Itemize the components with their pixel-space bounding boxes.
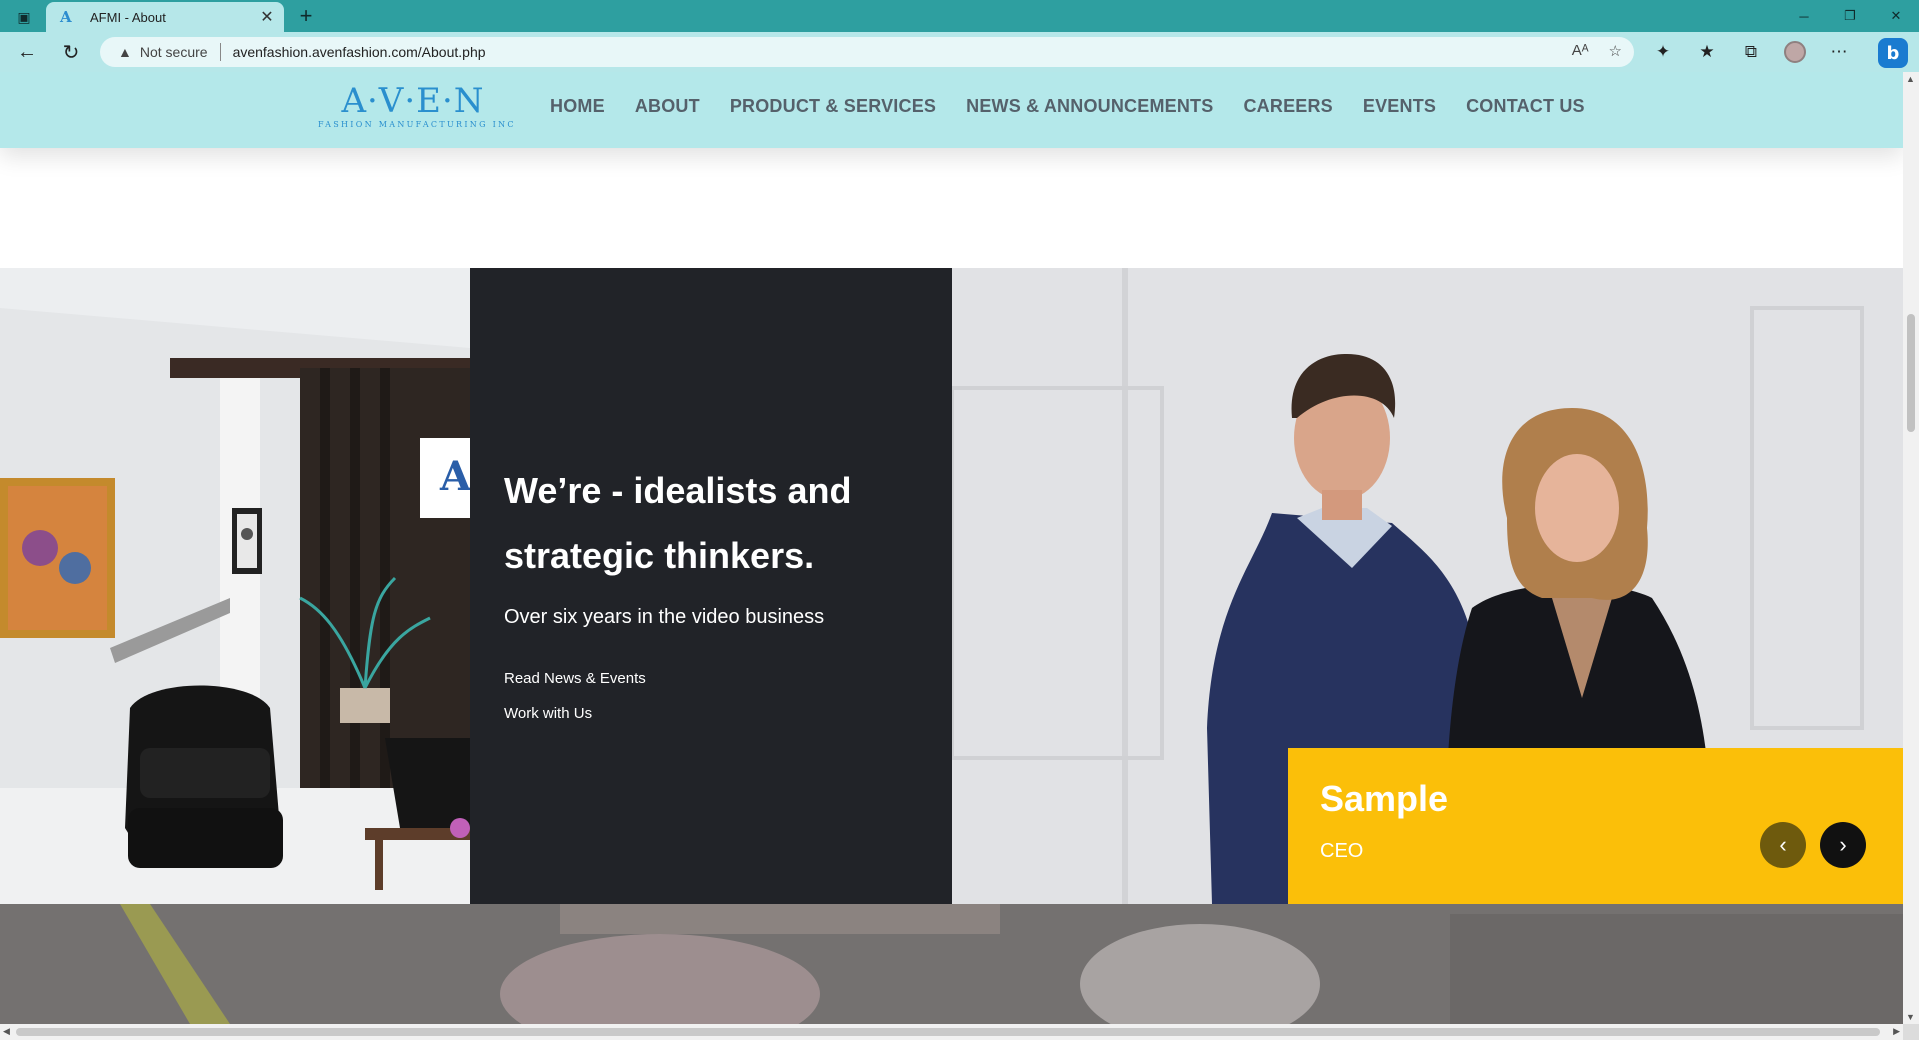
more-menu-icon[interactable]: ⋯ bbox=[1824, 38, 1854, 66]
svg-text:A: A bbox=[439, 453, 470, 500]
tab-actions-icon[interactable]: ▣ bbox=[12, 7, 36, 27]
about-hero-section: A We’re - idealists and strategic thinke… bbox=[0, 268, 1903, 904]
vertical-scroll-thumb[interactable] bbox=[1907, 314, 1915, 432]
address-bar[interactable]: ▲ Not secure avenfashion.avenfashion.com… bbox=[100, 37, 1634, 67]
scroll-left-icon[interactable]: ◀ bbox=[3, 1026, 10, 1037]
chevron-right-icon: › bbox=[1839, 832, 1847, 857]
work-with-us-link[interactable]: Work with Us bbox=[504, 705, 592, 722]
nav-about[interactable]: ABOUT bbox=[635, 94, 700, 118]
nav-products-services[interactable]: PRODUCT & SERVICES bbox=[730, 94, 936, 118]
favorites-icon[interactable]: ★ bbox=[1692, 38, 1722, 66]
office-lobby-photo: A bbox=[0, 268, 470, 904]
factory-photo-section bbox=[0, 904, 1903, 1024]
site-header: A·V·E·N FASHION MANUFACTURING INC HOME A… bbox=[0, 72, 1903, 148]
main-navigation: HOME ABOUT PRODUCT & SERVICES NEWS & ANN… bbox=[550, 94, 1585, 118]
security-status[interactable]: Not secure bbox=[140, 44, 208, 60]
scroll-down-icon[interactable]: ▼ bbox=[1906, 1012, 1915, 1022]
nav-careers[interactable]: CAREERS bbox=[1243, 94, 1332, 118]
team-caption-card: Sample CEO ‹ › bbox=[1288, 748, 1903, 904]
nav-contact-us[interactable]: CONTACT US bbox=[1466, 94, 1585, 118]
bing-copilot-icon[interactable]: b bbox=[1878, 38, 1908, 68]
chevron-left-icon: ‹ bbox=[1779, 832, 1787, 857]
hero-heading: We’re - idealists and strategic thinkers… bbox=[504, 470, 852, 576]
close-window-icon[interactable]: ✕ bbox=[1873, 0, 1919, 32]
site-logo[interactable]: A·V·E·N FASHION MANUFACTURING INC bbox=[318, 81, 516, 140]
favorite-star-icon[interactable]: ☆ bbox=[1609, 42, 1622, 60]
scroll-right-icon[interactable]: ▶ bbox=[1893, 1026, 1900, 1037]
restore-icon[interactable]: ❐ bbox=[1827, 0, 1873, 32]
logo-wordmark: A·V·E·N bbox=[341, 81, 485, 121]
browser-tab-bar: ▣ A AFMI - About ✕ + ─ ❐ ✕ bbox=[0, 0, 1919, 32]
minimize-icon[interactable]: ─ bbox=[1781, 0, 1827, 32]
url-text[interactable]: avenfashion.avenfashion.com/About.php bbox=[233, 44, 486, 60]
logo-tagline: FASHION MANUFACTURING INC bbox=[318, 120, 516, 129]
carousel-prev-button[interactable]: ‹ bbox=[1760, 822, 1806, 868]
carousel-next-button[interactable]: › bbox=[1820, 822, 1866, 868]
extensions-icon[interactable]: ✦ bbox=[1648, 38, 1678, 66]
horizontal-scroll-thumb[interactable] bbox=[16, 1028, 1880, 1036]
browser-toolbar: ← ↻ ▲ Not secure avenfashion.avenfashion… bbox=[0, 32, 1919, 72]
refresh-icon[interactable]: ↻ bbox=[56, 38, 86, 66]
back-icon[interactable]: ← bbox=[12, 38, 42, 66]
vertical-scrollbar[interactable]: ▲ ▼ bbox=[1903, 72, 1919, 1024]
nav-events[interactable]: EVENTS bbox=[1363, 94, 1436, 118]
nav-home[interactable]: HOME bbox=[550, 94, 605, 118]
factory-floor-illustration bbox=[0, 904, 1903, 1024]
read-aloud-icon[interactable]: Aᴬ bbox=[1572, 42, 1589, 60]
toolbar-icons: ✦ ★ ⧉ ⋯ bbox=[1648, 38, 1854, 66]
read-news-events-link[interactable]: Read News & Events bbox=[504, 670, 646, 687]
site-favicon-icon: A bbox=[60, 8, 72, 26]
tab-active[interactable]: A AFMI - About ✕ bbox=[46, 2, 284, 32]
horizontal-scrollbar[interactable]: ◀ ▶ bbox=[0, 1024, 1903, 1040]
hero-subheading: Over six years in the video business bbox=[504, 606, 825, 628]
warning-icon: ▲ bbox=[118, 44, 132, 60]
window-controls: ─ ❐ ✕ bbox=[1781, 0, 1919, 32]
profile-icon[interactable] bbox=[1780, 38, 1810, 66]
address-divider bbox=[219, 43, 221, 61]
nav-news-announcements[interactable]: NEWS & ANNOUNCEMENTS bbox=[966, 94, 1213, 118]
tab-title: AFMI - About bbox=[90, 9, 166, 25]
scrollbar-corner bbox=[1903, 1024, 1919, 1040]
mission-panel: We’re - idealists and strategic thinkers… bbox=[470, 268, 952, 904]
new-tab-icon[interactable]: + bbox=[294, 3, 318, 29]
office-lobby-illustration: A bbox=[0, 268, 470, 904]
page-viewport: A·V·E·N FASHION MANUFACTURING INC HOME A… bbox=[0, 72, 1903, 1024]
address-actions: Aᴬ ☆ bbox=[1572, 42, 1622, 60]
team-member-role: CEO bbox=[1320, 840, 1364, 862]
scroll-up-icon[interactable]: ▲ bbox=[1906, 74, 1915, 84]
collections-icon[interactable]: ⧉ bbox=[1736, 38, 1766, 66]
team-member-name: Sample bbox=[1320, 778, 1449, 819]
close-tab-icon[interactable]: ✕ bbox=[258, 7, 276, 27]
